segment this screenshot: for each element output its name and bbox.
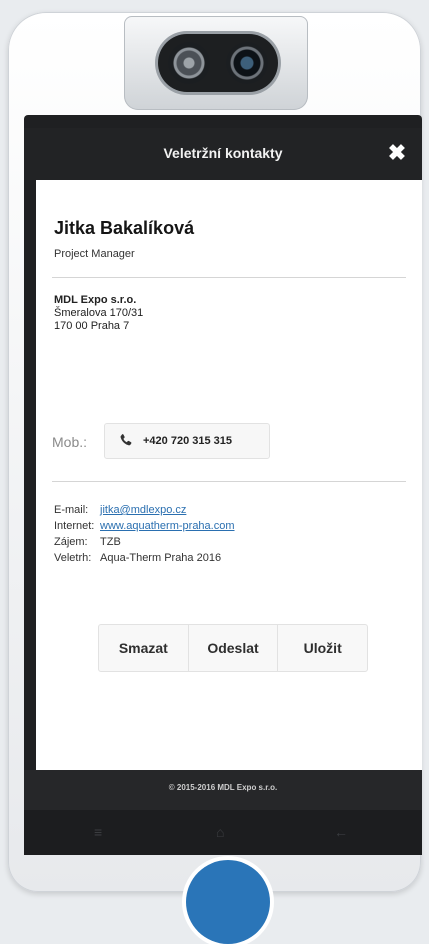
home-icon[interactable]: ⌂ — [216, 824, 224, 840]
app-footer: © 2015-2016 MDL Expo s.r.o. — [24, 770, 422, 810]
call-phone-button[interactable]: +420 720 315 315 — [104, 423, 270, 459]
android-navbar: ≡ ⌂ ← — [24, 810, 422, 855]
phone-number: +420 720 315 315 — [143, 435, 233, 447]
menu-icon[interactable]: ≡ — [94, 824, 102, 840]
email-row: E-mail: jitka@mdlexpo.cz — [54, 504, 186, 516]
camera-module — [124, 16, 308, 110]
web-label: Internet: — [54, 520, 95, 532]
web-row: Internet: www.aquatherm-praha.com — [54, 520, 235, 532]
send-button[interactable]: Odeslat — [189, 625, 279, 671]
contact-role: Project Manager — [54, 248, 135, 260]
web-link[interactable]: www.aquatherm-praha.com — [100, 520, 235, 532]
fair-label: Veletrh: — [54, 552, 92, 564]
close-icon[interactable]: ✖ — [384, 140, 410, 166]
interest-label: Zájem: — [54, 536, 88, 548]
fair-row: Veletrh: Aqua-Therm Praha 2016 — [54, 552, 221, 564]
interest-value: TZB — [100, 536, 121, 548]
contact-card: Jitka Bakalíková Project Manager MDL Exp… — [36, 180, 422, 770]
divider — [52, 277, 406, 278]
mobile-label: Mob.: — [52, 434, 88, 450]
back-icon[interactable]: ← — [334, 824, 348, 840]
email-link[interactable]: jitka@mdlexpo.cz — [100, 504, 186, 516]
company-name: MDL Expo s.r.o. — [54, 294, 137, 306]
camera-window — [158, 34, 278, 92]
flash-icon — [168, 42, 210, 84]
scroll-up-button[interactable] — [186, 860, 270, 944]
app-header: Veletržní kontakty ✖ — [24, 128, 422, 180]
delete-button[interactable]: Smazat — [99, 625, 189, 671]
interest-row: Zájem: TZB — [54, 536, 121, 548]
company-city: 170 00 Praha 7 — [54, 320, 130, 332]
phone-icon — [120, 434, 132, 446]
email-label: E-mail: — [54, 504, 89, 516]
camera-lens-icon — [226, 42, 268, 84]
action-buttons: Smazat Odeslat Uložit — [98, 624, 368, 672]
page-title: Veletržní kontakty — [163, 145, 283, 161]
save-button[interactable]: Uložit — [278, 625, 367, 671]
copyright: © 2015-2016 MDL Expo s.r.o. — [168, 783, 278, 792]
company-street: Šmeralova 170/31 — [54, 307, 144, 319]
contact-name: Jitka Bakalíková — [54, 218, 195, 238]
company-block: MDL Expo s.r.o. Šmeralova 170/31 170 00 … — [54, 294, 143, 333]
fair-value: Aqua-Therm Praha 2016 — [100, 552, 222, 564]
divider — [52, 481, 406, 482]
